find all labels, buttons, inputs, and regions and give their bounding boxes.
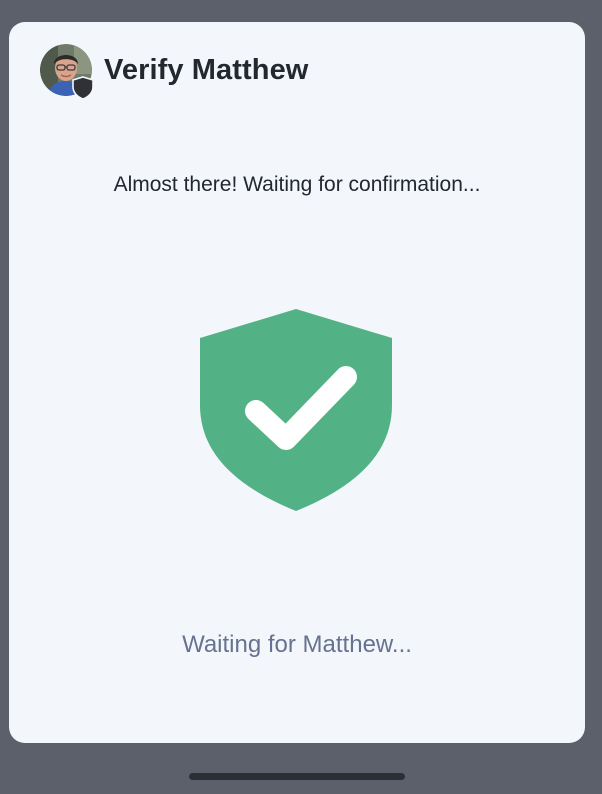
screen: Verify Matthew Almost there! Waiting for… bbox=[0, 0, 602, 794]
waiting-message: Waiting for Matthew... bbox=[182, 631, 412, 658]
verify-dialog: Verify Matthew Almost there! Waiting for… bbox=[9, 22, 585, 743]
home-indicator[interactable] bbox=[189, 773, 405, 780]
dialog-header: Verify Matthew bbox=[40, 42, 309, 100]
shield-badge-icon bbox=[72, 76, 94, 100]
shield-check-icon bbox=[200, 309, 392, 511]
status-message: Almost there! Waiting for confirmation..… bbox=[113, 173, 481, 196]
dialog-title: Verify Matthew bbox=[104, 53, 309, 86]
avatar bbox=[40, 44, 94, 100]
